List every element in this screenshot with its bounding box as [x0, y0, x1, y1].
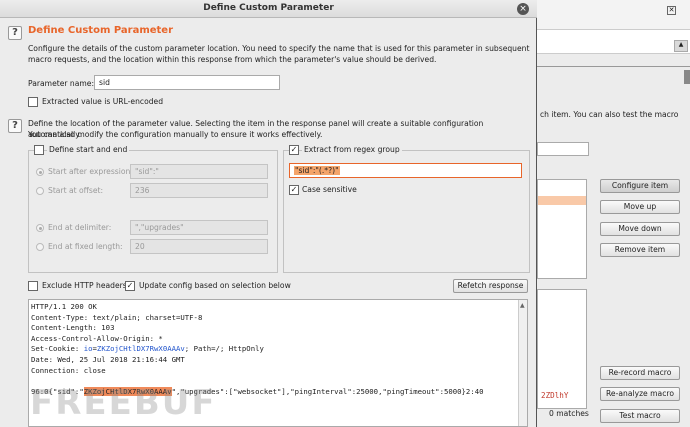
extract-regex-checkbox[interactable]: ✓: [289, 145, 299, 155]
parameter-name-label: Parameter name:: [28, 79, 95, 88]
regex-input[interactable]: "sid":"(.*?)": [289, 163, 522, 178]
help-icon[interactable]: ?: [8, 119, 22, 133]
regex-input-value: "sid":"(.*?)": [294, 166, 340, 175]
background-tab-edge: [684, 70, 690, 84]
end-fixed-length-label: End at fixed length:: [48, 242, 123, 251]
exclude-headers-checkbox[interactable]: [28, 281, 38, 291]
background-match-count: 0 matches: [549, 409, 589, 418]
intro-text-line-2: macro requests, and the location within …: [28, 55, 437, 64]
define-start-end-label: Define start and end: [47, 145, 130, 154]
configure-item-button[interactable]: Configure item: [600, 179, 680, 193]
refetch-response-button[interactable]: Refetch response: [453, 279, 528, 293]
end-delimiter-input[interactable]: ","upgrades": [130, 220, 268, 235]
case-sensitive-label: Case sensitive: [302, 185, 357, 194]
start-after-label: Start after expression:: [48, 167, 133, 176]
cookie-value: ZKZojCHtlDX7RwX0AAAv: [96, 344, 185, 354]
location-text-line-2: You can also modify the configuration ma…: [28, 130, 323, 139]
window-titlebar[interactable]: Define Custom Parameter ×: [0, 0, 537, 18]
update-config-label: Update config based on selection below: [139, 281, 291, 290]
response-line: Content-Length: 103: [31, 323, 115, 333]
connection-line: Connection: close: [31, 365, 106, 375]
response-line: Content-Type: text/plain; charset=UTF-8: [31, 312, 203, 322]
cookie-suffix: ; Path=/; HttpOnly: [184, 344, 264, 354]
end-delimiter-radio[interactable]: [36, 224, 44, 232]
date-line: Date: Wed, 25 Jul 2018 21:16:44 GMT: [31, 354, 185, 364]
close-icon[interactable]: ✕: [667, 6, 676, 15]
background-description-text: ch item. You can also test the macro: [540, 110, 679, 119]
start-after-radio[interactable]: [36, 168, 44, 176]
cookie-key: io: [83, 344, 93, 354]
define-custom-parameter-dialog: Define Custom Parameter × ? Define Custo…: [0, 0, 537, 427]
section-title: Define Custom Parameter: [28, 25, 174, 36]
response-line: Access-Control-Allow-Origin: *: [31, 333, 163, 343]
end-delimiter-label: End at delimiter:: [48, 223, 112, 232]
body-suffix: ","upgrades":["websocket"],"pingInterval…: [171, 386, 484, 396]
move-down-button[interactable]: Move down: [600, 222, 680, 236]
cookie-prefix: Set-Cookie:: [31, 344, 84, 354]
url-encoded-checkbox[interactable]: [28, 97, 38, 107]
update-config-checkbox[interactable]: ✓: [125, 281, 135, 291]
freebuf-watermark: FREEBUF: [30, 383, 217, 423]
test-macro-button[interactable]: Test macro: [600, 409, 680, 423]
url-encoded-label: Extracted value is URL-encoded: [42, 97, 164, 106]
response-scrollbar[interactable]: ▲: [518, 300, 527, 426]
help-icon[interactable]: ?: [8, 26, 22, 40]
background-response-text: 2ZDlhY: [541, 391, 569, 400]
parameter-name-input[interactable]: sid: [94, 75, 280, 90]
intro-text-line-1: Configure the details of the custom para…: [28, 44, 530, 53]
reanalyze-macro-button[interactable]: Re-analyze macro: [600, 387, 680, 401]
selected-table-row[interactable]: [538, 196, 586, 205]
case-sensitive-checkbox[interactable]: ✓: [289, 185, 299, 195]
scroll-up-icon[interactable]: ▲: [674, 40, 688, 52]
remove-item-button[interactable]: Remove item: [600, 243, 680, 257]
background-top-bar: [537, 0, 690, 30]
move-up-button[interactable]: Move up: [600, 200, 680, 214]
define-start-end-checkbox[interactable]: [34, 145, 44, 155]
response-line: HTTP/1.1 200 OK: [31, 302, 97, 311]
end-fixed-length-input[interactable]: 20: [130, 239, 268, 254]
start-after-input[interactable]: "sid":": [130, 164, 268, 179]
set-cookie-line: Set-Cookie: io=ZKZojCHtlDX7RwX0AAAv; Pat…: [31, 344, 484, 355]
scroll-up-icon[interactable]: ▲: [520, 302, 525, 309]
close-icon[interactable]: ×: [517, 3, 529, 15]
start-offset-input[interactable]: 236: [130, 183, 268, 198]
start-offset-radio[interactable]: [36, 187, 44, 195]
background-input[interactable]: [537, 142, 589, 156]
window-title: Define Custom Parameter: [203, 3, 334, 13]
background-items-table[interactable]: [537, 179, 587, 279]
start-offset-label: Start at offset:: [48, 186, 104, 195]
rerecord-macro-button[interactable]: Re-record macro: [600, 366, 680, 380]
exclude-headers-label: Exclude HTTP headers: [42, 281, 127, 290]
end-fixed-length-radio[interactable]: [36, 243, 44, 251]
background-panel: [537, 30, 690, 54]
background-macro-window: ✕ ▲ ch item. You can also test the macro…: [537, 0, 690, 427]
extract-regex-label: Extract from regex group: [302, 145, 402, 154]
